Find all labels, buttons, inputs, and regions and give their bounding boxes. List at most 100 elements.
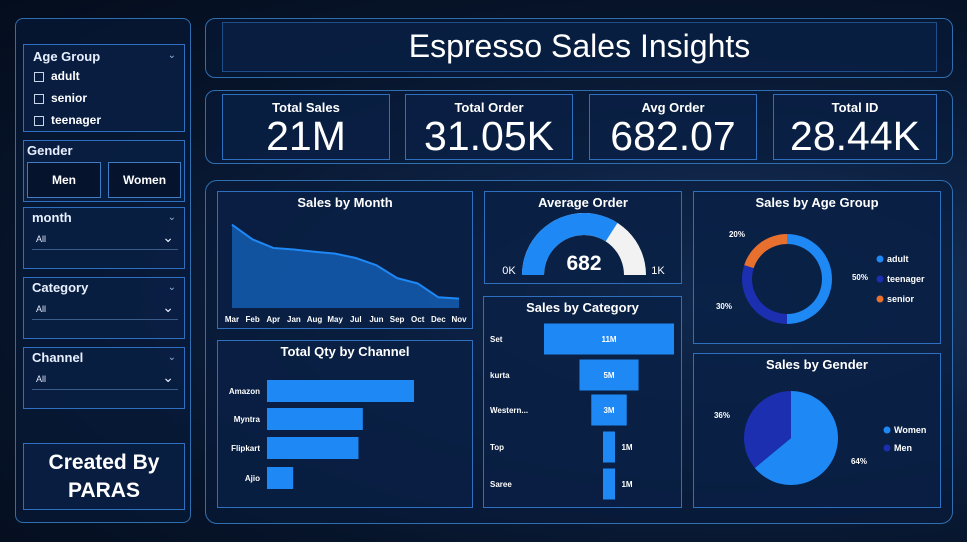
legend-label: senior: [887, 294, 915, 304]
legend-marker: [876, 275, 884, 283]
channel-dropdown[interactable]: All ⌄: [32, 369, 178, 390]
month-value: All: [36, 234, 47, 244]
gender-label: Gender: [27, 143, 73, 158]
checkbox-senior[interactable]: [34, 94, 44, 104]
bar-top: [603, 431, 615, 463]
chevron-down-icon: ⌄: [162, 369, 174, 385]
legend-marker: [883, 444, 891, 452]
bar-value-label: 1M: [621, 480, 632, 489]
x-tick-label: Jun: [369, 315, 383, 324]
kpi-total-order: Total Order 31.05K: [405, 94, 573, 160]
chevron-down-icon[interactable]: ⌄: [168, 212, 176, 223]
chevron-down-icon[interactable]: ⌄: [168, 50, 176, 61]
qty-by-channel-card: Total Qty by Channel Amazon Myntra Flipkar…: [217, 340, 473, 508]
age-option-adult[interactable]: adult: [51, 69, 80, 83]
age-option-senior[interactable]: senior: [51, 91, 87, 105]
y-tick-label: Ajio: [245, 474, 260, 483]
legend-marker: [876, 255, 884, 263]
y-tick-label: Myntra: [234, 415, 261, 424]
bar-saree: [603, 468, 615, 500]
x-tick-label: Nov: [451, 315, 467, 324]
legend-label: Men: [894, 443, 912, 453]
y-tick-label: Amazon: [229, 387, 260, 396]
x-tick-label: Dec: [431, 315, 446, 324]
legend-label: teenager: [887, 274, 925, 284]
category-value: All: [36, 304, 47, 314]
gauge-min-label: 0K: [502, 265, 516, 277]
y-tick-label: Set: [490, 335, 503, 344]
slice-teenager: [742, 265, 787, 324]
sales-by-gender-chart: 64% 36% Women Men: [714, 391, 926, 485]
average-order-card: Average Order 682 0K 1K: [484, 191, 682, 284]
gender-slicer: Gender Men Women: [23, 140, 185, 202]
sales-by-age-chart: 50% 30% 20% adult teenager senior: [716, 230, 925, 324]
average-order-gauge: 682 0K 1K: [502, 213, 665, 277]
kpi-total-sales: Total Sales 21M: [222, 94, 390, 160]
checkbox-teenager[interactable]: [34, 116, 44, 126]
slice-value-label: 20%: [729, 230, 745, 239]
channel-label: Channel: [32, 350, 84, 365]
legend-marker: [876, 295, 884, 303]
sales-by-category-chart: Set 11M kurta 5M Western... 3M Top 1M Saree 1M: [490, 323, 674, 500]
kpi-value: 31.05K: [424, 113, 554, 159]
credit-line-1: Created By: [48, 451, 160, 474]
kpi-avg-order: Avg Order 682.07: [589, 94, 757, 160]
y-tick-label: Western...: [490, 406, 528, 415]
bar-flipkart: [267, 437, 359, 459]
slice-value-label: 36%: [714, 411, 730, 420]
gender-men-button[interactable]: Men: [27, 162, 101, 198]
legend-marker: [883, 426, 891, 434]
bar-amazon: [267, 380, 414, 402]
gauge-value: 682: [566, 252, 601, 275]
title-card: Espresso Sales Insights: [222, 22, 937, 72]
gauge-max-label: 1K: [651, 265, 665, 277]
x-tick-label: Sep: [390, 315, 405, 324]
kpi-value: 21M: [266, 113, 346, 159]
x-tick-label: Mar: [225, 315, 239, 324]
month-label: month: [32, 210, 72, 225]
sales-by-age-card: Sales by Age Group 50% 30% 20% adult teenage…: [693, 191, 941, 344]
legend-label: Women: [894, 425, 926, 435]
sales-by-month-card: Sales by Month Mar Feb Apr Jan Aug May Jul Jun S…: [217, 191, 473, 329]
x-tick-label: Jul: [350, 315, 362, 324]
page-title: Espresso Sales Insights: [408, 28, 751, 64]
kpi-value: 682.07: [610, 113, 736, 159]
checkbox-adult[interactable]: [34, 72, 44, 82]
slice-adult: [787, 234, 832, 324]
bar-value-label: 11M: [601, 335, 616, 344]
credit-line-2: PARAS: [68, 479, 140, 502]
gender-women-button[interactable]: Women: [108, 162, 181, 198]
month-slicer: month ⌄ All ⌄: [23, 207, 185, 269]
channel-slicer: Channel ⌄ All ⌄: [23, 347, 185, 409]
y-tick-label: kurta: [490, 371, 510, 380]
kpi-value: 28.44K: [790, 113, 920, 159]
slice-value-label: 50%: [852, 273, 868, 282]
bar-value-label: 1M: [621, 443, 632, 452]
bar-value-label: 3M: [603, 406, 614, 415]
qty-by-channel-chart: Amazon Myntra Flipkart Ajio: [229, 380, 414, 489]
bar-ajio: [267, 467, 294, 489]
kpi-total-id: Total ID 28.44K: [773, 94, 937, 160]
chevron-down-icon: ⌄: [162, 299, 174, 315]
y-tick-label: Flipkart: [231, 444, 260, 453]
category-dropdown[interactable]: All ⌄: [32, 299, 178, 320]
age-option-teenager[interactable]: teenager: [51, 113, 101, 127]
credit-card: Created By PARAS: [23, 443, 185, 510]
bar-value-label: 5M: [603, 371, 614, 380]
bar-myntra: [267, 408, 363, 430]
x-tick-label: Apr: [266, 315, 280, 324]
chevron-down-icon: ⌄: [162, 229, 174, 245]
x-tick-label: Oct: [411, 315, 425, 324]
chevron-down-icon[interactable]: ⌄: [168, 352, 176, 363]
sales-by-gender-card: Sales by Gender 64% 36% Women Men: [693, 353, 941, 508]
chevron-down-icon[interactable]: ⌄: [168, 282, 176, 293]
channel-value: All: [36, 374, 47, 384]
slice-value-label: 30%: [716, 302, 732, 311]
legend-label: adult: [887, 254, 909, 264]
area-fill: [232, 224, 459, 308]
x-tick-label: Jan: [287, 315, 301, 324]
y-tick-label: Saree: [490, 480, 512, 489]
sales-by-category-card: Sales by Category Set 11M kurta 5M Western..…: [483, 296, 682, 508]
month-dropdown[interactable]: All ⌄: [32, 229, 178, 250]
age-group-label: Age Group: [33, 49, 101, 64]
